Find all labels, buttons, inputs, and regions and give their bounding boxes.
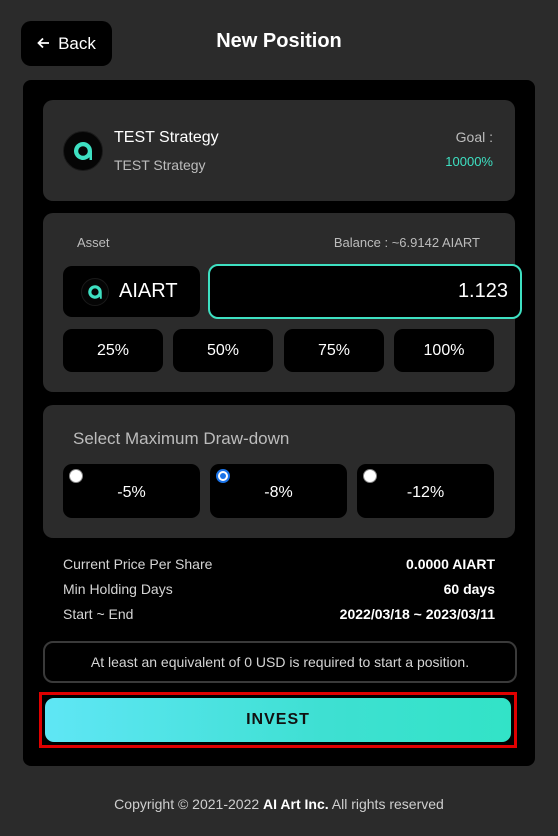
drawdown-option-label: -8% (264, 484, 293, 501)
asset-label: Asset (77, 235, 110, 250)
drawdown-option-5[interactable]: -5% (63, 464, 200, 518)
asset-token-name: AIART (119, 280, 178, 302)
aiart-logo-icon (63, 131, 103, 171)
strategy-subtitle: TEST Strategy (114, 157, 206, 173)
footer-prefix: Copyright © 2021-2022 (114, 796, 264, 812)
asset-card: Asset Balance : ~6.9142 AIART AIART 25% … (43, 213, 522, 392)
drawdown-option-label: -5% (117, 484, 146, 501)
amount-input[interactable] (208, 264, 522, 319)
drawdown-option-12[interactable]: -12% (357, 464, 494, 518)
radio-button-selected[interactable] (216, 469, 230, 483)
invest-highlight-frame: INVEST (39, 692, 517, 748)
start-end-label: Start ~ End (63, 606, 134, 622)
strategy-name: TEST Strategy (114, 129, 219, 146)
drawdown-card: Select Maximum Draw-down -5% -8% -12% (43, 405, 515, 538)
footer-company: AI Art Inc. (263, 796, 329, 812)
minimum-notice: At least an equivalent of 0 USD is requi… (43, 641, 517, 683)
aiart-logo-icon (81, 277, 109, 306)
strategy-card: TEST Strategy TEST Strategy Goal : 10000… (43, 100, 515, 201)
percent-25-button[interactable]: 25% (63, 329, 163, 372)
radio-button[interactable] (69, 469, 83, 483)
min-holding-value: 60 days (443, 581, 495, 597)
footer-suffix: All rights reserved (328, 796, 444, 812)
page-title: New Position (216, 30, 342, 52)
start-end-row: Start ~ End 2022/03/18 ~ 2023/03/11 (63, 606, 495, 622)
position-panel: TEST Strategy TEST Strategy Goal : 10000… (23, 80, 535, 766)
footer-copyright: Copyright © 2021-2022 AI Art Inc. All ri… (0, 796, 558, 812)
balance-label: Balance : ~6.9142 AIART (333, 235, 480, 250)
goal-label: Goal : (455, 129, 493, 145)
radio-button[interactable] (363, 469, 377, 483)
percent-75-button[interactable]: 75% (284, 329, 384, 372)
drawdown-title: Select Maximum Draw-down (73, 429, 290, 448)
price-per-share-row: Current Price Per Share 0.0000 AIART (63, 556, 495, 572)
percent-100-button[interactable]: 100% (394, 329, 494, 372)
goal-value: 10000% (445, 154, 493, 169)
price-per-share-value: 0.0000 AIART (406, 556, 495, 572)
price-per-share-label: Current Price Per Share (63, 556, 213, 572)
min-holding-label: Min Holding Days (63, 581, 173, 597)
drawdown-option-label: -12% (406, 484, 445, 501)
asset-selector[interactable]: AIART (63, 266, 200, 317)
drawdown-option-8[interactable]: -8% (210, 464, 347, 518)
invest-button[interactable]: INVEST (45, 698, 511, 742)
min-holding-row: Min Holding Days 60 days (63, 581, 495, 597)
start-end-value: 2022/03/18 ~ 2023/03/11 (339, 606, 495, 622)
percent-50-button[interactable]: 50% (173, 329, 273, 372)
